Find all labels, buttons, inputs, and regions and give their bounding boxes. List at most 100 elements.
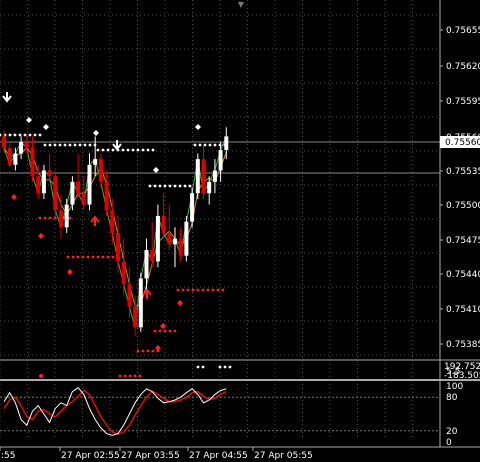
white-dot (136, 148, 140, 152)
bear-candle (98, 159, 103, 182)
white-dot (88, 143, 92, 147)
white-dot (218, 365, 222, 369)
red-dot (96, 255, 100, 259)
bear-candle (76, 181, 81, 194)
red-dot (123, 374, 127, 378)
white-dot (198, 143, 202, 147)
price-tick-label: 0.75595 (446, 97, 480, 107)
bear-candle (116, 232, 120, 262)
time-tick-label: 27 Apr 04:55 (189, 451, 248, 461)
white-dot (151, 148, 155, 152)
signal-diamond (38, 233, 44, 239)
bear-candle (104, 181, 109, 211)
bear-candle (36, 176, 41, 194)
signal-diamond (93, 130, 99, 136)
price-tick-label: 0.75385 (446, 340, 480, 350)
bear-candle (133, 306, 138, 328)
bear-candle (110, 210, 115, 233)
panel-separator-glyph: ▼ (238, 0, 245, 9)
osc-level-label: 0 (446, 438, 452, 448)
middle-panel-labels: 192.752 5.5 -183.505 (444, 362, 480, 381)
osc-level-label: 80 (446, 393, 458, 403)
time-tick-label: 27 Apr 03:55 (121, 451, 180, 461)
bull-candle (138, 278, 143, 328)
bull-candle (207, 181, 212, 194)
panel-separators (0, 0, 480, 448)
white-dot (173, 184, 177, 188)
white-dot (0, 133, 2, 137)
bull-candle (224, 136, 229, 151)
red-dot (71, 255, 75, 259)
red-dot (173, 329, 177, 333)
red-dot (91, 255, 95, 259)
red-dot (206, 288, 210, 292)
signal-diamond (195, 124, 201, 130)
bear-candle (2, 136, 6, 148)
signal-diamond (153, 167, 159, 173)
white-dot (141, 148, 145, 152)
white-dot (178, 184, 182, 188)
white-dot (228, 365, 232, 369)
current-price-label: 0.75560 (445, 138, 480, 148)
time-tick-label: 27 Apr 05:55 (254, 451, 313, 461)
red-dot (48, 216, 52, 220)
red-dot (39, 374, 43, 378)
white-dot (23, 133, 27, 137)
red-dot (216, 288, 220, 292)
bull-candle (155, 215, 160, 262)
red-dot (86, 255, 90, 259)
bear-candle (127, 284, 132, 307)
bear-candle (150, 250, 155, 262)
red-dot (163, 329, 167, 333)
time-axis: :55 27 Apr 02:55 27 Apr 03:55 27 Apr 04:55 2… (0, 447, 313, 461)
bull-candle (218, 150, 223, 171)
bull-candle (87, 164, 92, 205)
price-tick-label: 0.75475 (446, 236, 480, 246)
red-dot (138, 374, 142, 378)
white-dot (121, 148, 125, 152)
white-dot (18, 133, 22, 137)
red-dot (68, 216, 72, 220)
white-dot (96, 148, 100, 152)
white-dot (28, 133, 32, 137)
white-dot (106, 148, 110, 152)
sell-arrow-icon (112, 140, 122, 151)
middle-label-bottom: -183.505 (444, 371, 480, 381)
red-dot (43, 216, 47, 220)
white-dot (188, 184, 192, 188)
white-dot (146, 148, 150, 152)
bear-candle (201, 159, 206, 194)
white-dot (63, 143, 67, 147)
indicator-lines (3, 136, 227, 328)
white-dot (201, 365, 205, 369)
white-dot (101, 148, 105, 152)
white-dot (111, 148, 115, 152)
stochastic-oscillator: 10080 200 (0, 382, 463, 448)
white-dot (158, 184, 162, 188)
bull-candle (212, 170, 217, 182)
red-dot (221, 288, 225, 292)
red-dot (133, 374, 137, 378)
bear-candle (53, 176, 58, 211)
red-dot (168, 329, 172, 333)
white-dot (183, 184, 187, 188)
white-dot (126, 148, 130, 152)
osc-level-label: 100 (446, 382, 463, 392)
white-dot (68, 143, 72, 147)
bear-candle (30, 147, 35, 177)
white-dot (208, 143, 212, 147)
trading-chart[interactable]: 10080200 0.756550.756200.755950.755600.7… (0, 0, 480, 462)
red-dot (201, 288, 205, 292)
buy-arrow-icon (90, 215, 100, 226)
bull-candle (144, 250, 149, 279)
bull-candle (41, 170, 46, 194)
bull-candle (184, 221, 189, 256)
bull-candle (190, 193, 195, 222)
bull-candle (93, 159, 98, 165)
red-dot (141, 349, 145, 353)
bear-candle (161, 215, 166, 233)
red-dot (81, 255, 85, 259)
red-dot (106, 255, 110, 259)
white-dot (168, 184, 172, 188)
red-dot (211, 288, 215, 292)
